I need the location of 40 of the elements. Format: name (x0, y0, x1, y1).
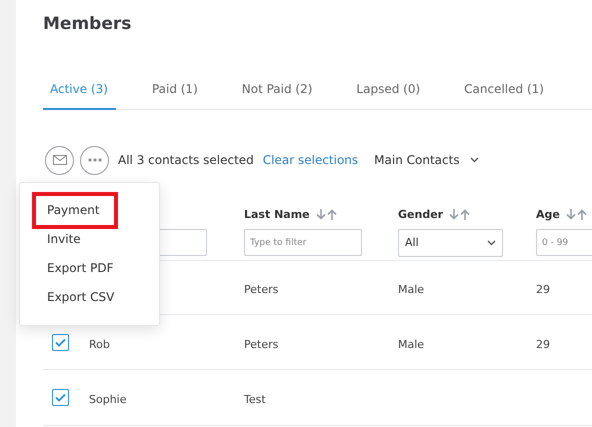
table-cell: 29 (536, 283, 550, 296)
page-title: Members (43, 14, 132, 36)
table-cell: Peters (244, 283, 278, 296)
email-button[interactable] (45, 146, 74, 174)
filter-field[interactable]: 0 - 99 (536, 229, 592, 256)
menu-item[interactable]: Export CSV (32, 283, 128, 312)
checkmark-icon (55, 393, 66, 402)
sort-arrows-icon[interactable] (566, 208, 588, 220)
envelope-icon (52, 155, 66, 165)
menu-item[interactable]: Export PDF (32, 254, 128, 283)
more-button[interactable] (80, 146, 109, 174)
menu-item[interactable]: Payment (32, 192, 118, 229)
sort-arrows-icon[interactable] (449, 208, 472, 220)
table-cell: Test (244, 393, 266, 406)
tab[interactable]: Paid (1) (144, 82, 206, 110)
tab[interactable]: Not Paid (2) (234, 82, 320, 110)
filter-field[interactable]: Type to filter (244, 229, 362, 256)
table-cell: Peters (244, 338, 278, 350)
column-header: Last Name (244, 208, 310, 220)
table-cell: Male (398, 338, 424, 350)
row-checkbox[interactable] (52, 389, 69, 406)
tab[interactable]: Active (3) (43, 82, 116, 110)
table-cell: Male (398, 283, 424, 296)
checkmark-icon (55, 338, 66, 346)
selection-count: All 3 contacts selected (118, 153, 254, 167)
contacts-dropdown[interactable]: Main Contacts (374, 153, 479, 167)
table-cell: Sophie (89, 393, 126, 406)
table-cell: Rob (89, 338, 110, 350)
sort-arrows-icon[interactable] (316, 208, 338, 220)
tab[interactable]: Cancelled (1) (456, 82, 552, 110)
chevron-down-icon (487, 240, 496, 246)
chevron-down-icon (470, 157, 479, 163)
table-cell: 29 (536, 338, 550, 350)
filter-select[interactable]: All (398, 228, 503, 256)
column-header: Gender (398, 208, 444, 220)
tab[interactable]: Lapsed (0) (348, 82, 428, 110)
row-checkbox[interactable] (52, 334, 69, 350)
column-header: Age (536, 208, 560, 220)
more-icon (88, 158, 102, 162)
clear-selections-link[interactable]: Clear selections (262, 153, 358, 167)
